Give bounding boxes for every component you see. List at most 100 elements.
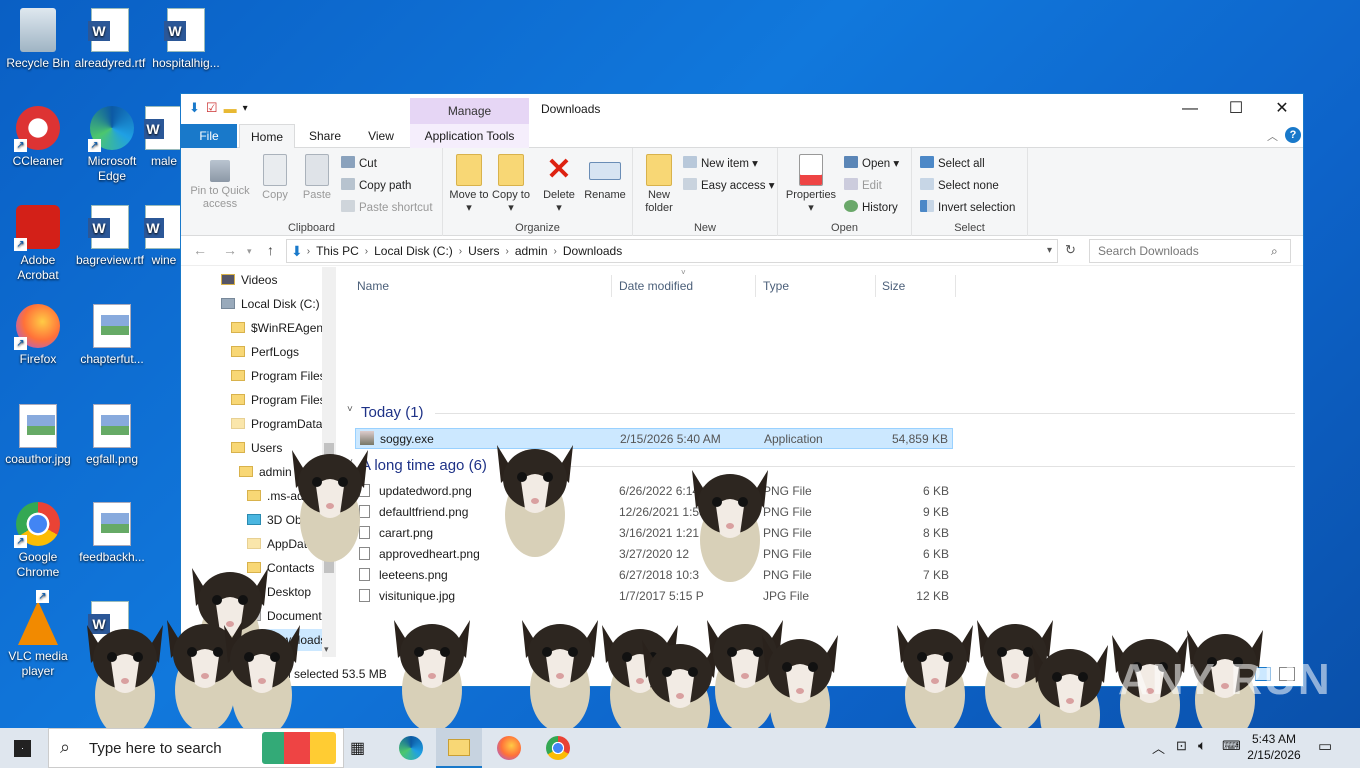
- network-icon[interactable]: ⊡: [1176, 738, 1187, 754]
- tab-application-tools[interactable]: Application Tools: [410, 124, 529, 148]
- move-to-button[interactable]: Move to ▾: [449, 154, 489, 215]
- address-dropdown-icon[interactable]: ▾: [1047, 245, 1052, 256]
- breadcrumb-downloads[interactable]: Downloads: [563, 244, 622, 258]
- notifications-icon[interactable]: ▭: [1318, 737, 1332, 755]
- desktop-icon-feedbackh[interactable]: feedbackh...: [74, 502, 150, 565]
- breadcrumb-local-disk[interactable]: Local Disk (C:): [374, 244, 453, 258]
- close-button[interactable]: ✕: [1259, 94, 1305, 124]
- tab-manage[interactable]: Manage: [410, 98, 529, 124]
- paste-button[interactable]: Paste: [299, 154, 335, 202]
- file-row[interactable]: updatedword.png 6/26/2022 6:14 PM PNG Fi…: [355, 481, 953, 502]
- desktop-icon-vlc[interactable]: VLC media player: [0, 590, 76, 679]
- desktop-icon-edge[interactable]: Microsoft Edge: [74, 106, 150, 184]
- recent-locations-chevron-icon[interactable]: ▾: [247, 246, 252, 257]
- open-button[interactable]: Open ▾: [844, 154, 899, 174]
- new-folder-button[interactable]: New folder: [637, 154, 681, 215]
- desktop-icon-recycle-bin[interactable]: Recycle Bin: [0, 8, 76, 71]
- tab-home[interactable]: Home: [239, 124, 295, 148]
- windows-start-icon[interactable]: [14, 740, 31, 757]
- task-view-icon[interactable]: ▦: [350, 738, 365, 758]
- nav-item-local-disk[interactable]: Local Disk (C:): [221, 293, 320, 315]
- breadcrumb-users[interactable]: Users: [468, 244, 499, 258]
- copy-button[interactable]: Copy: [257, 154, 293, 202]
- nav-item-contacts[interactable]: Contacts: [247, 557, 314, 579]
- invert-selection-button[interactable]: Invert selection: [920, 198, 1015, 218]
- back-arrow-icon[interactable]: ←: [193, 242, 207, 258]
- down-arrow-icon[interactable]: ⬇: [189, 100, 200, 116]
- search-input[interactable]: Search Downloads: [1089, 239, 1291, 263]
- group-collapse-icon[interactable]: ˅: [347, 404, 353, 415]
- properties-check-icon[interactable]: ☑: [206, 100, 218, 116]
- edit-button[interactable]: Edit: [844, 176, 882, 196]
- desktop-icon-for[interactable]: for: [72, 601, 148, 664]
- file-row[interactable]: visitunique.jpg 1/7/2017 5:15 P JPG File…: [355, 586, 953, 607]
- file-explorer-taskbar-button[interactable]: [436, 728, 482, 768]
- up-arrow-icon[interactable]: ↑: [267, 242, 274, 258]
- nav-item-documents[interactable]: Documents: [247, 605, 328, 627]
- column-header-name[interactable]: Name: [357, 279, 389, 293]
- desktop-icon-firefox[interactable]: Firefox: [0, 304, 76, 367]
- edge-taskbar-icon[interactable]: [399, 736, 423, 760]
- desktop-icon-coauthor[interactable]: coauthor.jpg: [0, 404, 76, 467]
- nav-item-videos[interactable]: Videos: [221, 269, 277, 291]
- group-collapse-icon[interactable]: ˅: [347, 457, 353, 468]
- history-button[interactable]: History: [844, 198, 898, 218]
- rename-button[interactable]: Rename: [583, 154, 627, 202]
- address-bar[interactable]: ⬇ › This PC › Local Disk (C:) › Users › …: [286, 239, 1058, 263]
- breadcrumb-admin[interactable]: admin: [515, 244, 548, 258]
- properties-button[interactable]: Properties ▾: [782, 154, 840, 215]
- nav-item-perflogs[interactable]: PerfLogs: [231, 341, 299, 363]
- group-header-older[interactable]: A long time ago (6): [361, 457, 487, 474]
- desktop-icon-bagreview[interactable]: bagreview.rtf: [72, 205, 148, 268]
- column-separator[interactable]: [755, 275, 756, 297]
- chevron-up-icon[interactable]: ︿: [1152, 738, 1165, 757]
- tab-share[interactable]: Share: [299, 124, 349, 148]
- new-folder-icon[interactable]: ▬: [224, 101, 237, 116]
- pin-quick-access-button[interactable]: Pin to Quick access: [187, 154, 253, 211]
- delete-button[interactable]: ✕ Delete ▾: [539, 154, 579, 215]
- scroll-down-icon[interactable]: ▾: [324, 644, 329, 655]
- chevron-up-icon[interactable]: ︿: [1267, 128, 1278, 144]
- desktop-icon-ccleaner[interactable]: CCleaner: [0, 106, 76, 169]
- column-separator[interactable]: [611, 275, 612, 297]
- nav-item-appdata[interactable]: AppData: [247, 533, 314, 555]
- desktop-icon-chrome[interactable]: Google Chrome: [0, 502, 76, 580]
- file-row[interactable]: soggy.exe 2/15/2026 5:40 AM Application …: [355, 428, 953, 449]
- group-header-today[interactable]: Today (1): [361, 404, 424, 421]
- clock[interactable]: 5:43 AM 2/15/2026: [1244, 731, 1304, 763]
- nav-item-programdata[interactable]: ProgramData: [231, 413, 322, 435]
- desktop-icon-egfall[interactable]: egfall.png: [74, 404, 150, 467]
- nav-item-users[interactable]: Users: [231, 437, 282, 459]
- nav-item-program-files[interactable]: Program Files: [231, 365, 326, 387]
- column-header-size[interactable]: Size: [882, 279, 905, 293]
- select-none-button[interactable]: Select none: [920, 176, 999, 196]
- breadcrumb-this-pc[interactable]: This PC: [316, 244, 359, 258]
- file-row[interactable]: approvedheart.png 3/27/2020 12 PNG File …: [355, 544, 953, 565]
- forward-arrow-icon[interactable]: →: [223, 242, 237, 258]
- gifts-icon[interactable]: [262, 732, 336, 764]
- nav-item-3d-objects[interactable]: 3D Objects: [247, 509, 326, 531]
- refresh-icon[interactable]: ↻: [1065, 242, 1076, 258]
- nav-item-desktop[interactable]: Desktop: [247, 581, 311, 603]
- column-header-date[interactable]: Date modified: [619, 279, 693, 293]
- minimize-button[interactable]: —: [1167, 94, 1213, 124]
- desktop-icon-male[interactable]: male: [144, 106, 184, 169]
- column-separator[interactable]: [955, 275, 956, 297]
- file-row[interactable]: carart.png 3/16/2021 1:21 AM PNG File 8 …: [355, 523, 953, 544]
- copy-to-button[interactable]: Copy to ▾: [491, 154, 531, 215]
- chrome-taskbar-icon[interactable]: [546, 736, 570, 760]
- copy-path-button[interactable]: Copy path: [341, 176, 411, 196]
- paste-shortcut-button[interactable]: Paste shortcut: [341, 198, 433, 218]
- desktop-icon-acrobat[interactable]: Adobe Acrobat: [0, 205, 76, 283]
- column-header-type[interactable]: Type: [763, 279, 789, 293]
- scrollbar-thumb[interactable]: [324, 443, 334, 573]
- firefox-taskbar-icon[interactable]: [497, 736, 521, 760]
- new-item-button[interactable]: New item ▾: [683, 154, 758, 174]
- nav-item-program-files-x86[interactable]: Program Files: [231, 389, 326, 411]
- nav-item-admin[interactable]: admin: [239, 461, 292, 483]
- nav-item-winreagent[interactable]: $WinREAgent: [231, 317, 326, 339]
- desktop-icon-hospitalhig[interactable]: hospitalhig...: [148, 8, 224, 71]
- ime-icon[interactable]: ⌨: [1222, 738, 1241, 754]
- tab-view[interactable]: View: [355, 124, 407, 148]
- select-all-button[interactable]: Select all: [920, 154, 985, 174]
